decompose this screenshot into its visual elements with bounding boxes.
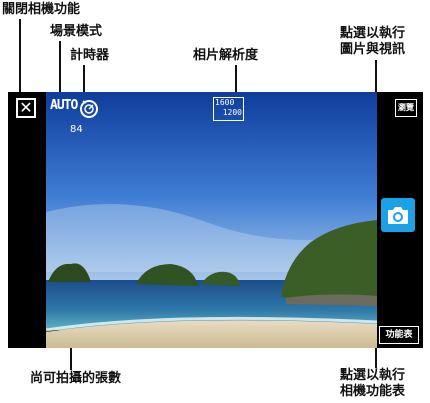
leader-close <box>19 19 21 99</box>
callout-close-camera: 關閉相機功能 <box>2 2 81 17</box>
callout-gallery: 點選以執行 圖片與視訊 <box>340 26 405 58</box>
callout-resolution: 相片解析度 <box>193 48 259 63</box>
callout-gallery-line1: 點選以執行 <box>340 26 406 41</box>
callout-gallery-line2: 圖片與視訊 <box>340 42 406 57</box>
viewfinder <box>46 92 377 348</box>
camera-screen: ✕ AUTO 84 1600 1200 瀏覽 功能表 <box>8 92 423 348</box>
leader-scene <box>59 41 61 99</box>
resolution-top: 1600 <box>215 98 235 107</box>
timer-icon[interactable] <box>78 97 100 119</box>
resolution-bottom: 1200 <box>222 108 242 117</box>
callout-scene-mode: 場景模式 <box>50 24 103 39</box>
callout-menu-line2: 相機功能表 <box>340 384 406 399</box>
viewfinder-scene <box>46 92 377 348</box>
gallery-button[interactable]: 瀏覽 <box>395 99 417 117</box>
shoot-mode-button[interactable] <box>381 198 415 232</box>
close-button[interactable]: ✕ <box>16 98 36 118</box>
menu-button[interactable]: 功能表 <box>379 326 419 344</box>
close-icon: ✕ <box>19 98 33 117</box>
callout-timer: 計時器 <box>70 48 110 63</box>
resolution-button[interactable]: 1600 1200 <box>213 97 244 121</box>
shots-remaining-count: 84 <box>70 124 83 135</box>
callout-menu: 點選以執行 相機功能表 <box>340 368 405 400</box>
camera-icon <box>388 207 408 224</box>
scene-mode-button[interactable]: AUTO <box>50 98 78 113</box>
callout-shots-remaining: 尚可拍攝的張數 <box>30 371 122 386</box>
camera-lens <box>395 214 401 220</box>
left-panel <box>8 92 46 348</box>
callout-menu-line1: 點選以執行 <box>340 368 406 383</box>
